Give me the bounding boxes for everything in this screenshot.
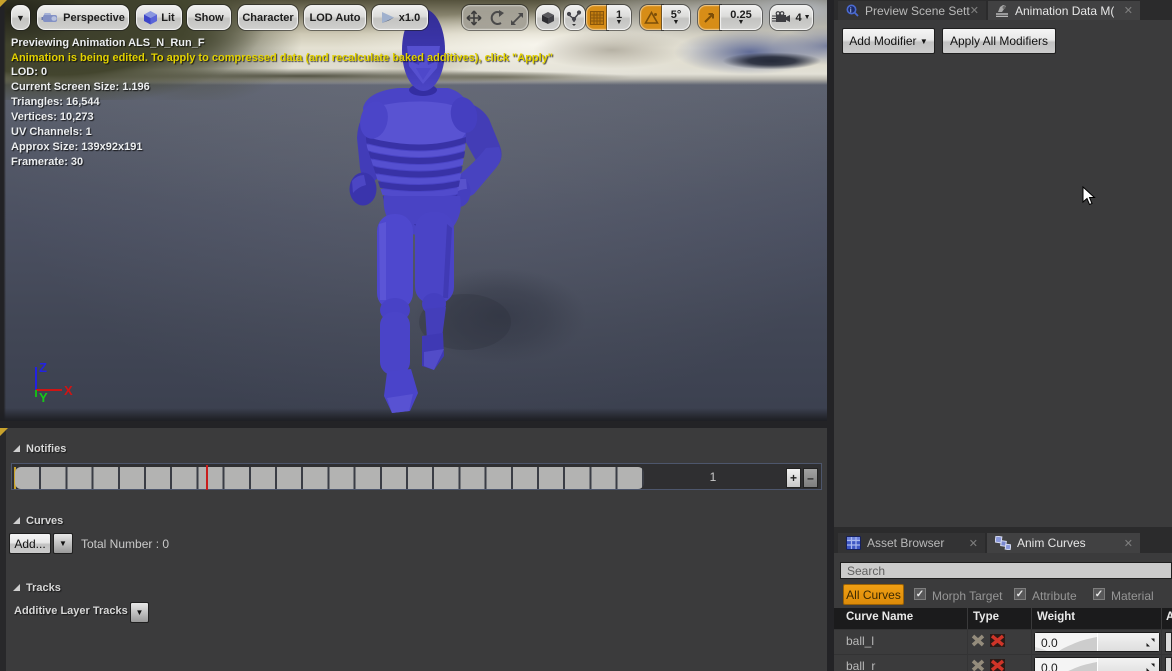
svg-text:X: X — [64, 383, 73, 398]
svg-text:Z: Z — [39, 360, 47, 375]
svg-text:Y: Y — [39, 390, 48, 405]
svg-text:i: i — [850, 7, 852, 14]
